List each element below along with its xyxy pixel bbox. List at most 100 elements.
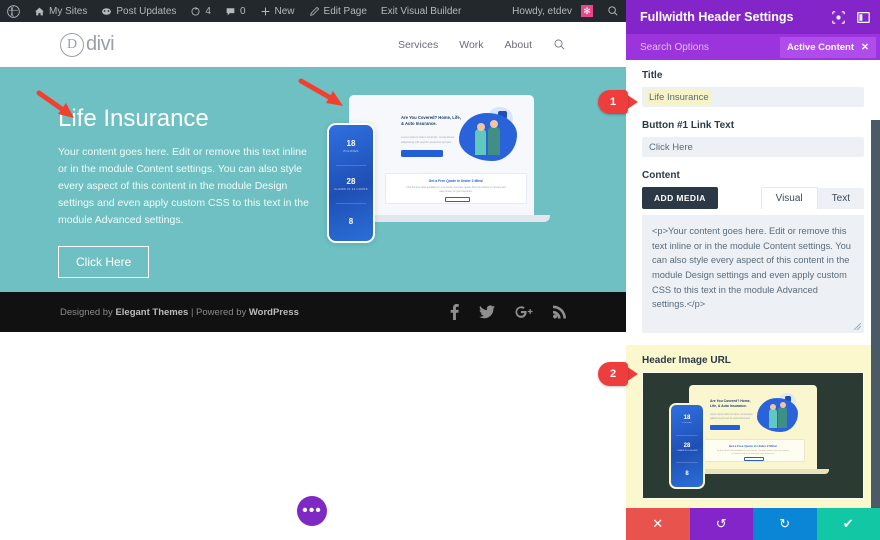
preview-phone-divider <box>676 435 698 436</box>
adminbar-item-exit-visual-builder[interactable]: Exit Visual Builder <box>374 0 468 22</box>
active-chip-label: Active Content <box>786 41 855 53</box>
field-header-image-url: Header Image URL Are You Covered? Home, … <box>626 345 880 508</box>
divi-logo[interactable]: D divi <box>60 32 115 57</box>
adminbar-item-comments[interactable]: 0 <box>218 0 253 22</box>
preview-card-text: Find the best rates available for your n… <box>716 450 790 456</box>
adminbar-item-edit-page[interactable]: Edit Page <box>302 0 374 22</box>
search-input[interactable]: Search Options <box>640 42 709 53</box>
facebook-icon[interactable] <box>450 304 459 320</box>
adminbar-search-button[interactable] <box>600 0 626 22</box>
header-image-preview[interactable]: Are You Covered? Home, Life, & Auto Insu… <box>642 372 864 499</box>
preview-person-b <box>778 407 787 428</box>
laptop-illustration <box>457 107 519 167</box>
adminbar-item-new[interactable]: New <box>253 0 302 22</box>
panel-header: Fullwidth Header Settings <box>626 0 880 34</box>
nav-item-about[interactable]: About <box>505 39 532 51</box>
preview-stat-number: 18 <box>683 415 691 421</box>
preview-laptop-button <box>710 425 740 430</box>
preview-stat-label: POLICIES <box>682 422 692 424</box>
undo-button[interactable]: ↺ <box>689 508 753 540</box>
preview-card-button <box>744 457 764 461</box>
hero-body-text[interactable]: Your content goes here. Edit or remove t… <box>58 144 318 229</box>
adminbar-label: 0 <box>239 5 246 17</box>
hero-title[interactable]: Life Insurance <box>58 105 318 133</box>
quote-card-title: Get a Free Quote in Under 2 Mins! <box>428 179 484 183</box>
title-input[interactable]: Life Insurance <box>642 87 864 107</box>
field-header-image-label: Header Image URL <box>642 355 731 366</box>
adminbar-label: Edit Page <box>323 5 367 17</box>
adminbar-howdy[interactable]: Howdy, etdev ✻ <box>505 0 600 22</box>
hero-cta-button[interactable]: Click Here <box>58 246 150 278</box>
rss-icon[interactable] <box>553 305 566 319</box>
footer-separator: | Powered by <box>188 306 249 318</box>
person-b-head <box>490 120 498 128</box>
twitter-icon[interactable] <box>479 305 495 319</box>
wordpress-logo-icon <box>7 4 20 18</box>
badge-number: 1 <box>598 90 628 114</box>
target-icon[interactable] <box>832 10 845 24</box>
footer-credits: Designed by Elegant Themes | Powered by … <box>60 307 299 318</box>
panel-title: Fullwidth Header Settings <box>640 10 794 24</box>
adminbar-label: 4 <box>205 5 211 17</box>
footer-prefix: Designed by <box>60 306 116 318</box>
refresh-icon <box>190 6 201 17</box>
adminbar-item-my-sites[interactable]: My Sites <box>27 0 94 22</box>
annotation-badge-1: 1 <box>598 90 638 114</box>
footer-brand-wordpress[interactable]: WordPress <box>249 307 299 318</box>
preview-quote-card: Get a Free Quote in Under 2 Mins! Find t… <box>701 439 805 462</box>
annotation-arrow-image <box>298 78 350 110</box>
button-link-text-input[interactable]: Click Here <box>642 137 864 157</box>
laptop-heading: Are You Covered? Home, Life, & Auto Insu… <box>401 115 461 127</box>
redo-button[interactable]: ↻ <box>753 508 817 540</box>
search-icon <box>607 5 619 17</box>
hero-copy: Life Insurance Your content goes here. E… <box>58 105 318 278</box>
editor-toolbar: ADD MEDIA Visual Text <box>642 187 864 209</box>
phone-stat-3: 8 <box>329 217 373 226</box>
pencil-icon <box>309 6 320 17</box>
adminbar-item-post-updates[interactable]: Post Updates <box>94 0 183 22</box>
panel-action-bar: ✕ ↺ ↻ ✔ <box>626 508 880 540</box>
field-content-label: Content <box>642 170 680 181</box>
google-plus-icon[interactable] <box>515 305 533 319</box>
nav-item-work[interactable]: Work <box>459 39 483 51</box>
comment-icon <box>225 6 236 17</box>
adminbar-label: New <box>274 5 295 17</box>
active-content-filter-chip[interactable]: Active Content ✕ <box>779 36 876 58</box>
preview-phone-stat-1: 18 POLICIES <box>671 415 703 424</box>
preview-laptop-heading: Are You Covered? Home, Life, & Auto Insu… <box>710 399 751 409</box>
nav-item-services[interactable]: Services <box>398 39 438 51</box>
adminbar-item-wordpress[interactable] <box>0 0 27 22</box>
field-title: Title Life Insurance <box>626 70 880 107</box>
preview-phone-stat-3: 8 <box>685 471 689 477</box>
content-textarea[interactable]: <p>Your content goes here. Edit or remov… <box>642 215 864 333</box>
page-settings-fab[interactable]: ••• <box>297 496 327 526</box>
phone-stat-number: 28 <box>346 177 356 186</box>
footer-brand-elegant-themes[interactable]: Elegant Themes <box>115 307 188 318</box>
phone-stat-2: 28 CLAIMS IN 24 HOURS <box>329 177 373 191</box>
close-icon[interactable]: ✕ <box>861 42 869 53</box>
panel-scrollbar[interactable] <box>871 120 880 508</box>
add-media-button[interactable]: ADD MEDIA <box>642 187 718 209</box>
adminbar-label: Exit Visual Builder <box>380 5 462 17</box>
search-icon[interactable] <box>553 38 566 51</box>
tab-text[interactable]: Text <box>817 188 864 209</box>
logo-mark: D <box>60 32 84 57</box>
screen: My Sites Post Updates 4 0 New Edit Page … <box>0 0 880 540</box>
cancel-button[interactable]: ✕ <box>626 508 690 540</box>
tab-visual[interactable]: Visual <box>760 187 818 209</box>
panel-body: Title Life Insurance Button #1 Link Text… <box>626 60 880 508</box>
save-button[interactable]: ✔ <box>816 508 880 540</box>
sites-icon <box>34 6 45 17</box>
site-header: D divi Services Work About <box>0 22 626 67</box>
title-input-value: Life Insurance <box>646 89 712 105</box>
annotation-badge-2: 2 <box>598 362 638 386</box>
adminbar-item-updates-count[interactable]: 4 <box>183 0 218 22</box>
primary-nav: Services Work About <box>398 38 566 51</box>
adminbar-label: Post Updates <box>116 5 177 17</box>
quote-card-button <box>445 197 470 202</box>
layout-toggle-icon[interactable] <box>857 11 870 24</box>
person-b <box>488 127 500 155</box>
preview-phone-divider <box>676 462 698 463</box>
resize-handle-icon[interactable] <box>854 323 861 330</box>
preview-phone-stat-2: 28 CLAIMS IN 24 HOURS <box>671 443 703 452</box>
